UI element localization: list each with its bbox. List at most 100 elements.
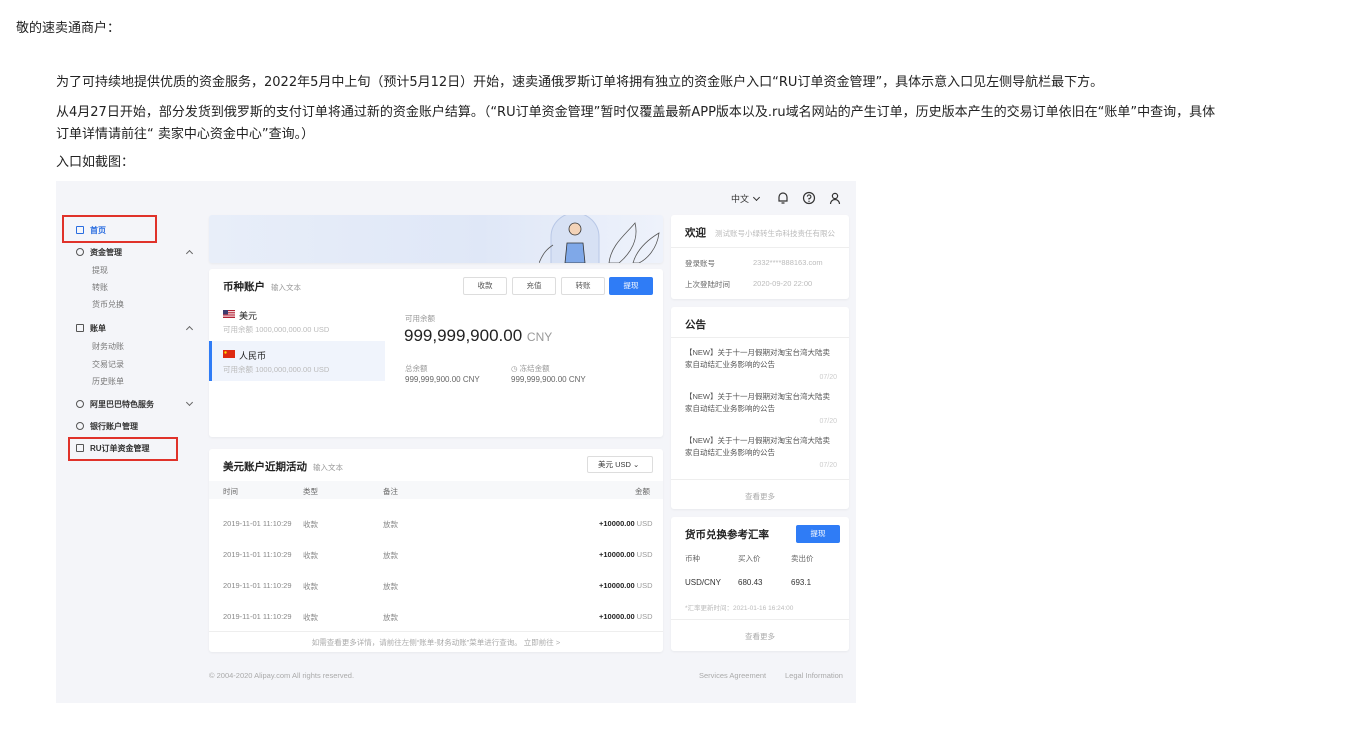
chevron-up-icon[interactable] <box>185 325 194 334</box>
amount-unit: USD <box>636 612 653 621</box>
highlight-box-ru-funds <box>68 437 178 461</box>
welcome-card: 欢迎 测试账号小绿转生命科技责任有限公 登录账号 2332****888163.… <box>671 215 849 299</box>
currency-limit: 可用余额 1000,000,000.00 USD <box>223 325 330 334</box>
chevron-down-icon <box>752 193 761 202</box>
link-icon <box>76 400 84 408</box>
currency-select[interactable]: 美元 USD ⌄ <box>587 456 653 473</box>
amount-value: +10000.00 <box>599 550 635 559</box>
card-title: 欢迎 <box>685 227 706 239</box>
total-value: 999,999,900.00 CNY <box>405 375 480 384</box>
notice-date: 07/20 <box>819 462 837 469</box>
sidebar-subitem-finance[interactable]: 财务动账 <box>92 341 124 352</box>
person-icon <box>76 422 84 430</box>
cell-type: 收款 <box>303 582 318 591</box>
sidebar-item-bill[interactable]: 账单 <box>76 323 106 334</box>
sidebar-subitem-withdraw[interactable]: 提现 <box>92 265 108 276</box>
cell-type: 收款 <box>303 520 318 529</box>
sidebar: 首页 资金管理 提现 转账 货币兑换 账单 财务动账 交易记录 历史账单 阿里巴… <box>56 215 206 670</box>
transfer-button[interactable]: 转账 <box>561 277 605 295</box>
amount-value: +10000.00 <box>599 519 635 528</box>
notice-more-link[interactable]: 查看更多 <box>671 491 849 502</box>
chevron-down-icon: ⌄ <box>633 460 640 469</box>
rates-withdraw-button[interactable]: 提现 <box>796 525 840 543</box>
highlight-box-home <box>62 215 157 243</box>
language-switch[interactable]: 中文 <box>731 192 761 205</box>
frozen-value: 999,999,900.00 CNY <box>511 375 586 384</box>
bill-icon <box>76 324 84 332</box>
sidebar-item-bank[interactable]: 银行账户管理 <box>76 421 138 432</box>
cell-note: 放款 <box>383 520 398 529</box>
search-input[interactable]: 输入文本 <box>271 282 301 293</box>
view-more-link[interactable]: 如需查看更多详情，请前往左侧“账单-财务动账”菜单进行查询。 立即前往 > <box>209 637 663 648</box>
currency-limit: 可用余额 1000,000,000.00 USD <box>223 365 330 374</box>
sidebar-item-alibaba[interactable]: 阿里巴巴特色服务 <box>76 399 154 410</box>
amount-value: +10000.00 <box>599 612 635 621</box>
copyright: © 2004-2020 Alipay.com All rights reserv… <box>209 671 355 680</box>
notice-item[interactable]: 【NEW】关于十一月假期对淘宝台湾大陆卖家自动结汇业务影响的公告 <box>685 347 837 371</box>
last-login-value: 2020-09-20 22:00 <box>753 279 813 288</box>
notice-item[interactable]: 【NEW】关于十一月假期对淘宝台湾大陆卖家自动结汇业务影响的公告 <box>685 391 837 415</box>
amount-unit: USD <box>636 581 653 590</box>
card-title: 美元账户近期活动 <box>223 461 307 473</box>
total-label: 总余额 <box>405 364 428 373</box>
sidebar-item-label: 资金管理 <box>90 248 122 257</box>
rates-more-link[interactable]: 查看更多 <box>671 631 849 642</box>
amount-unit: USD <box>636 519 653 528</box>
available-unit: CNY <box>526 330 553 344</box>
currency-item-cny[interactable]: 人民币 可用余额 1000,000,000.00 USD <box>209 341 385 381</box>
column-header: 卖出价 <box>791 554 814 563</box>
sidebar-item-label: 阿里巴巴特色服务 <box>90 400 154 409</box>
clock-icon: ◷ <box>511 364 520 373</box>
available-balance: 999,999,900.00 CNY <box>404 326 552 346</box>
rate-buy: 680.43 <box>738 578 763 587</box>
sidebar-item-label: 账单 <box>90 324 106 333</box>
chevron-up-icon[interactable] <box>185 249 194 258</box>
notice-date: 07/20 <box>819 418 837 425</box>
login-value: 2332****888163.com <box>753 258 823 267</box>
table-header <box>209 481 663 499</box>
sidebar-item-funds[interactable]: 资金管理 <box>76 247 122 258</box>
paragraph-2-line-2: 订单详情请前往“ 卖家中心资金中心”查询。） <box>56 127 315 142</box>
notice-item[interactable]: 【NEW】关于十一月假期对淘宝台湾大陆卖家自动结汇业务影响的公告 <box>685 435 837 459</box>
cell-amount: +10000.00 USD <box>599 612 653 621</box>
exchange-rate-card: 货币兑换参考汇率 提现 币种 买入价 卖出价 USD/CNY 680.43 69… <box>671 517 849 651</box>
divider <box>209 631 663 632</box>
footer-link-legal[interactable]: Legal Information <box>785 671 843 680</box>
sidebar-subitem-transfer[interactable]: 转账 <box>92 282 108 293</box>
column-header: 币种 <box>685 554 700 563</box>
company-name: 测试账号小绿转生命科技责任有限公 <box>715 229 835 238</box>
cell-type: 收款 <box>303 613 318 622</box>
divider <box>671 619 849 620</box>
sidebar-subitem-history[interactable]: 历史账单 <box>92 376 124 387</box>
user-icon[interactable] <box>828 191 842 205</box>
cn-flag-icon <box>223 350 235 358</box>
card-title: 货币兑换参考汇率 <box>685 529 769 541</box>
card-title: 币种账户 <box>223 281 265 293</box>
rate-sell: 693.1 <box>791 578 812 587</box>
currency-account-card: 币种账户 输入文本 收款 充值 转账 提现 美元 可用余额 1000,000,0… <box>209 269 663 437</box>
search-input[interactable]: 输入文本 <box>313 462 343 473</box>
frozen-label-text: 冻结金额 <box>519 364 550 373</box>
login-label: 登录账号 <box>685 259 715 268</box>
cell-time: 2019-11-01 11:10:29 <box>223 612 292 621</box>
sidebar-subitem-exchange[interactable]: 货币兑换 <box>92 299 124 310</box>
footer-link-services[interactable]: Services Agreement <box>699 671 766 680</box>
sidebar-subitem-transactions[interactable]: 交易记录 <box>92 359 124 370</box>
notice-date: 07/20 <box>819 374 837 381</box>
withdraw-button[interactable]: 提现 <box>609 277 653 295</box>
rate-pair: USD/CNY <box>685 578 722 587</box>
cell-amount: +10000.00 USD <box>599 581 653 590</box>
banner-illustration <box>539 215 660 263</box>
column-header: 时间 <box>223 487 238 496</box>
greeting-text: 敬的速卖通商户： <box>16 21 121 36</box>
amount-unit: USD <box>636 550 653 559</box>
recharge-button[interactable]: 充值 <box>512 277 556 295</box>
cell-note: 放款 <box>383 613 398 622</box>
help-icon[interactable] <box>802 191 816 205</box>
cell-type: 收款 <box>303 551 318 560</box>
bell-icon[interactable] <box>776 191 790 205</box>
currency-select-value: 美元 USD <box>598 460 631 469</box>
divider <box>671 247 849 248</box>
chevron-down-icon[interactable] <box>185 398 194 407</box>
receive-button[interactable]: 收款 <box>463 277 507 295</box>
